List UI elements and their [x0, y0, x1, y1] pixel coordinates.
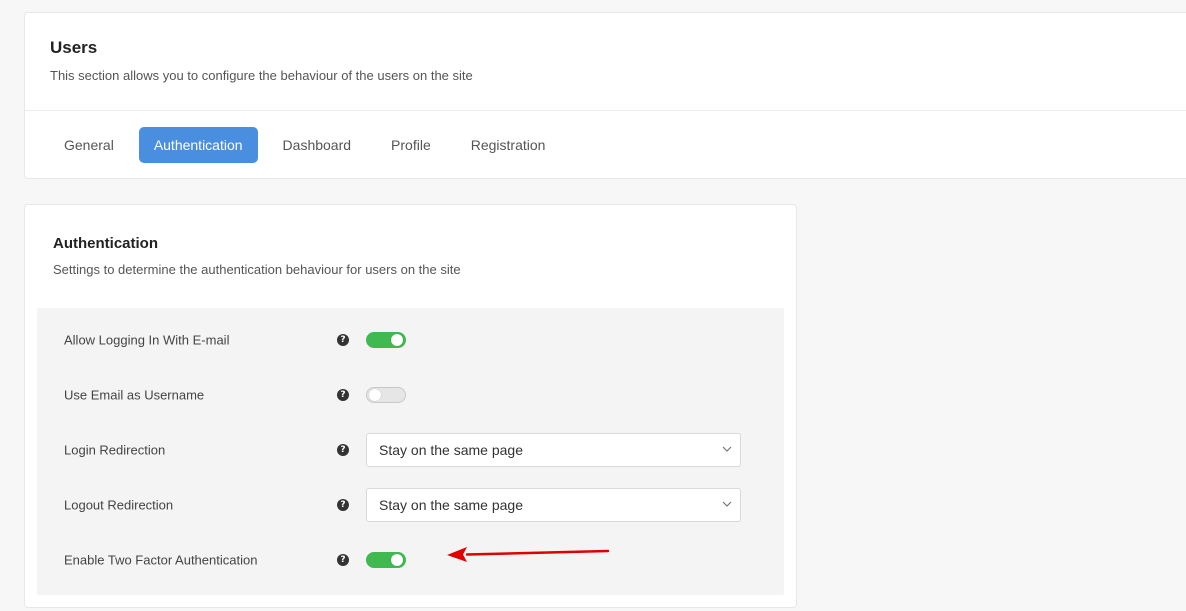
toggle-knob: [369, 389, 381, 401]
email-as-username-toggle[interactable]: [366, 387, 406, 403]
setting-row-two-factor: Enable Two Factor Authentication ?: [37, 540, 784, 580]
users-section-card: Users This section allows you to configu…: [24, 12, 1186, 179]
tab-profile[interactable]: Profile: [376, 127, 446, 163]
tab-dashboard[interactable]: Dashboard: [268, 127, 367, 163]
setting-label: Enable Two Factor Authentication: [64, 552, 258, 568]
toggle-knob: [391, 554, 403, 566]
login-redirection-select[interactable]: Stay on the same page: [366, 433, 741, 467]
tab-general[interactable]: General: [49, 127, 129, 163]
red-arrow-annotation: [447, 547, 610, 562]
setting-label: Allow Logging In With E-mail: [64, 332, 230, 348]
authentication-card: Authentication Settings to determine the…: [24, 204, 797, 608]
settings-panel: Allow Logging In With E-mail ? Use Email…: [37, 308, 784, 595]
users-header: Users This section allows you to configu…: [25, 13, 1186, 111]
setting-row-allow-email-login: Allow Logging In With E-mail ?: [37, 320, 784, 360]
authentication-title: Authentication: [53, 235, 158, 252]
select-value: Stay on the same page: [379, 497, 523, 513]
toggle-knob: [391, 334, 403, 346]
users-description: This section allows you to configure the…: [50, 68, 473, 83]
tab-registration[interactable]: Registration: [456, 127, 561, 163]
users-tabs: General Authentication Dashboard Profile…: [49, 127, 570, 163]
setting-label: Login Redirection: [64, 442, 166, 458]
authentication-description: Settings to determine the authentication…: [53, 262, 461, 277]
tab-authentication[interactable]: Authentication: [138, 127, 258, 163]
select-value: Stay on the same page: [379, 442, 523, 458]
setting-row-login-redirection: Login Redirection ? Stay on the same pag…: [37, 430, 784, 470]
question-circle-icon[interactable]: ?: [337, 334, 349, 346]
question-circle-icon[interactable]: ?: [337, 444, 349, 456]
question-circle-icon[interactable]: ?: [337, 554, 349, 566]
logout-redirection-select[interactable]: Stay on the same page: [366, 488, 741, 522]
setting-row-email-as-username: Use Email as Username ?: [37, 375, 784, 415]
chevron-down-icon: [722, 446, 732, 452]
two-factor-toggle[interactable]: [366, 552, 406, 568]
users-title: Users: [50, 38, 98, 57]
question-circle-icon[interactable]: ?: [337, 389, 349, 401]
chevron-down-icon: [722, 501, 732, 507]
question-circle-icon[interactable]: ?: [337, 499, 349, 511]
setting-row-logout-redirection: Logout Redirection ? Stay on the same pa…: [37, 485, 784, 525]
allow-email-login-toggle[interactable]: [366, 332, 406, 348]
setting-label: Use Email as Username: [64, 387, 205, 403]
setting-label: Logout Redirection: [64, 497, 174, 513]
